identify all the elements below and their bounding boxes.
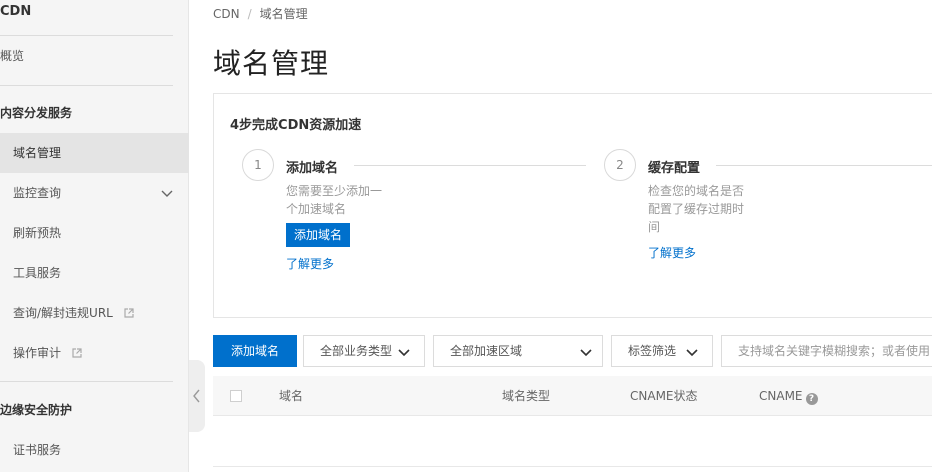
breadcrumb: CDN / 域名管理 xyxy=(213,5,308,22)
select-all-checkbox[interactable] xyxy=(230,390,242,402)
sidebar-divider xyxy=(0,381,173,382)
table-divider xyxy=(213,466,932,467)
chevron-down-icon xyxy=(686,349,698,357)
step-2-desc-line: 间 xyxy=(648,220,661,234)
chevron-down-icon xyxy=(398,349,410,357)
chevron-left-icon xyxy=(193,389,200,403)
sidebar-item-label: 域名管理 xyxy=(13,146,62,160)
business-type-select[interactable]: 全部业务类型 xyxy=(303,335,425,367)
tag-filter-select[interactable]: 标签筛选 xyxy=(611,335,713,367)
sidebar-collapse-handle[interactable] xyxy=(189,360,205,432)
sidebar-item-label: 证书服务 xyxy=(13,443,62,457)
sidebar-item-certificates[interactable]: 证书服务 xyxy=(0,430,189,470)
breadcrumb-separator: / xyxy=(247,7,252,21)
column-header-domain-type[interactable]: 域名类型 xyxy=(502,376,550,416)
step-2-number: 2 xyxy=(604,149,636,181)
column-header-cname-status[interactable]: CNAME状态 xyxy=(630,376,698,416)
table-header: 域名 域名类型 CNAME状态 CNAME? xyxy=(213,376,932,416)
column-header-cname-label: CNAME xyxy=(759,389,803,403)
breadcrumb-root-link[interactable]: CDN xyxy=(213,7,240,21)
help-icon[interactable]: ? xyxy=(805,393,818,405)
sidebar-item-refresh-preload[interactable]: 刷新预热 xyxy=(0,213,189,253)
region-select[interactable]: 全部加速区域 xyxy=(433,335,603,367)
sidebar-item-label: 操作审计 xyxy=(13,346,62,360)
column-header-cname[interactable]: CNAME? xyxy=(759,376,818,416)
sidebar-item-domain-management[interactable]: 域名管理 xyxy=(0,133,189,173)
step-1-learn-more-link[interactable]: 了解更多 xyxy=(286,255,334,272)
step-2-learn-more-link[interactable]: 了解更多 xyxy=(648,244,696,261)
sidebar-product-title: CDN xyxy=(0,4,32,19)
step-2-description: 检查您的域名是否 配置了缓存过期时 间 xyxy=(648,182,744,236)
sidebar-item-label: 工具服务 xyxy=(13,266,62,280)
step-1-add-domain-button[interactable]: 添加域名 xyxy=(286,223,351,247)
sidebar-item-tools[interactable]: 工具服务 xyxy=(0,253,189,293)
step-1-number: 1 xyxy=(242,149,274,181)
setup-steps-card: 4步完成CDN资源加速 1 添加域名 您需要至少添加一 个加速域名 添加域名 了… xyxy=(213,93,932,318)
tag-filter-value: 标签筛选 xyxy=(628,344,677,358)
column-header-domain[interactable]: 域名 xyxy=(279,376,303,416)
sidebar-item-label: 查询/解封违规URL xyxy=(13,306,113,320)
step-2-desc-line: 检查您的域名是否 xyxy=(648,184,745,198)
step-2-desc-line: 配置了缓存过期时 xyxy=(648,202,745,216)
sidebar-item-overview[interactable]: 概览 xyxy=(0,36,189,76)
external-link-icon xyxy=(124,308,134,318)
step-2-title: 缓存配置 xyxy=(648,161,701,176)
sidebar-item-label: 刷新预热 xyxy=(13,226,62,240)
breadcrumb-current: 域名管理 xyxy=(259,7,308,21)
business-type-value: 全部业务类型 xyxy=(320,344,393,358)
page-title: 域名管理 xyxy=(213,47,330,80)
sidebar-section-edge-security: 边缘安全防护 xyxy=(0,403,73,417)
step-1-desc-line: 您需要至少添加一 xyxy=(286,184,383,198)
sidebar-item-label: 监控查询 xyxy=(13,186,62,200)
external-link-icon xyxy=(72,348,82,358)
add-domain-button[interactable]: 添加域名 xyxy=(213,335,297,367)
steps-heading: 4步完成CDN资源加速 xyxy=(230,118,362,133)
sidebar-item-violation-url[interactable]: 查询/解封违规URL xyxy=(0,293,189,333)
domain-search-input[interactable]: 支持域名关键字模糊搜索；或者使用 xyxy=(721,335,932,367)
sidebar: CDN 概览 内容分发服务 域名管理 监控查询 刷新预热 工具服务 查询/解封违… xyxy=(0,0,189,472)
sidebar-item-monitoring[interactable]: 监控查询 xyxy=(0,173,189,213)
step-1-description: 您需要至少添加一 个加速域名 xyxy=(286,182,382,218)
step-connector-line xyxy=(716,165,932,166)
step-1-title: 添加域名 xyxy=(286,161,339,176)
chevron-down-icon xyxy=(580,349,592,357)
sidebar-item-audit[interactable]: 操作审计 xyxy=(0,333,189,373)
chevron-down-icon xyxy=(161,190,173,197)
step-1-desc-line: 个加速域名 xyxy=(286,202,347,216)
region-value: 全部加速区域 xyxy=(450,344,523,358)
sidebar-divider xyxy=(0,85,173,86)
step-connector-line xyxy=(354,165,586,166)
sidebar-section-distribution: 内容分发服务 xyxy=(0,106,73,120)
